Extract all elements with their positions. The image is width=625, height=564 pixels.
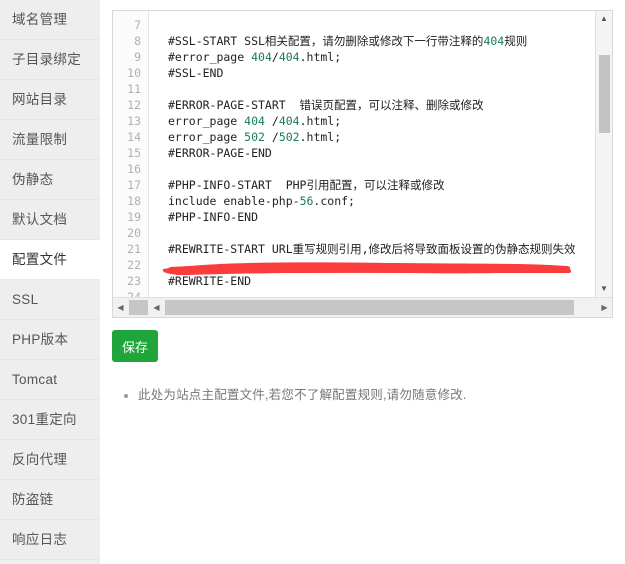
help-note: 此处为站点主配置文件,若您不了解配置规则,请勿随意修改. (112, 386, 592, 404)
line-number: 13 (127, 114, 141, 128)
sidebar-item-label: 伪静态 (12, 172, 54, 187)
sidebar-item-label: PHP版本 (12, 332, 69, 347)
sidebar-item-label: 子目录绑定 (12, 52, 81, 67)
config-file-editor[interactable]: 7 8 9 10 11 12 13 14 15 16 17 18 19 20 21 22 23 24 #SSL-S… (112, 10, 613, 318)
line-number: 24 (127, 290, 141, 297)
line-number: 16 (127, 162, 141, 176)
sidebar-item-2[interactable]: 网站目录 (0, 80, 100, 120)
line-number: 11 (127, 82, 141, 96)
sidebar-item-label: 流量限制 (12, 132, 68, 147)
line-number-gutter: 7 8 9 10 11 12 13 14 15 16 17 18 19 20 21 22 23 24 (113, 11, 149, 297)
code-line: error_page 502 /502.html; (168, 130, 342, 144)
save-button[interactable]: 保存 (112, 330, 158, 362)
code-line: #PHP-INFO-START PHP引用配置，可以注释或修改 (168, 178, 445, 192)
sidebar-item-12[interactable]: 防盗链 (0, 480, 100, 520)
code-line: include enable-php-56.conf; (168, 194, 355, 208)
inner-scroll-left-arrow-icon[interactable]: ◀ (149, 298, 164, 317)
sidebar-item-label: 网站目录 (12, 92, 68, 107)
code-line: #SSL-START SSL相关配置，请勿删除或修改下一行带注释的404规则 (168, 34, 528, 48)
code-line: #ERROR-PAGE-START 错误页配置，可以注释、删除或修改 (168, 98, 484, 112)
code-area[interactable]: #SSL-START SSL相关配置，请勿删除或修改下一行带注释的404规则 #e… (150, 11, 594, 297)
line-number: 21 (127, 242, 141, 256)
sidebar-item-10[interactable]: 301重定向 (0, 400, 100, 440)
scroll-right-arrow-icon[interactable]: ▶ (597, 298, 612, 317)
sidebar-item-label: 响应日志 (12, 532, 68, 547)
scroll-down-arrow-icon[interactable]: ▼ (596, 281, 612, 297)
sidebar-item-label: 301重定向 (12, 412, 77, 427)
code-line: #REWRITE-END (168, 274, 252, 288)
line-number: 17 (127, 178, 141, 192)
editor-horizontal-scrollbar-row[interactable]: ◀ ◀ ▶ (113, 297, 612, 317)
line-number: 20 (127, 226, 141, 240)
line-number: 8 (134, 34, 141, 48)
sidebar-item-5[interactable]: 默认文档 (0, 200, 100, 240)
code-line: #SSL-END (168, 66, 224, 80)
editor-viewport: 7 8 9 10 11 12 13 14 15 16 17 18 19 20 21 22 23 24 #SSL-S… (113, 11, 612, 297)
sidebar-item-11[interactable]: 反向代理 (0, 440, 100, 480)
main-content: 7 8 9 10 11 12 13 14 15 16 17 18 19 20 21 22 23 24 #SSL-S… (100, 0, 625, 564)
line-number: 9 (134, 50, 141, 64)
sidebar-item-7[interactable]: SSL (0, 280, 100, 320)
editor-vertical-scrollbar[interactable]: ▲ ▼ (595, 11, 612, 297)
inner-horizontal-scrollbar-thumb[interactable] (165, 300, 574, 315)
code-line: #REWRITE-START URL重写规则引用,修改后将导致面板设置的伪静态规… (168, 242, 576, 256)
sidebar-item-label: SSL (12, 292, 39, 307)
sidebar-item-4[interactable]: 伪静态 (0, 160, 100, 200)
sidebar-item-0[interactable]: 域名管理 (0, 0, 100, 40)
line-number: 22 (127, 258, 141, 272)
line-number: 15 (127, 146, 141, 160)
line-number: 12 (127, 98, 141, 112)
help-note-list: 此处为站点主配置文件,若您不了解配置规则,请勿随意修改. (112, 386, 592, 404)
sidebar: 域名管理子目录绑定网站目录流量限制伪静态默认文档配置文件 SSL PHP版本 Tomc… (0, 0, 100, 564)
sidebar-item-label: 反向代理 (12, 452, 68, 467)
sidebar-item-label: Tomcat (12, 372, 58, 387)
line-number: 10 (127, 66, 141, 80)
sidebar-item-label: 防盗链 (12, 492, 54, 507)
sidebar-item-label: 配置文件 (12, 252, 68, 267)
outer-horizontal-scrollbar-thumb[interactable] (129, 300, 148, 315)
line-number: 14 (127, 130, 141, 144)
code-line: #ERROR-PAGE-END (168, 146, 272, 160)
line-number: 18 (127, 194, 141, 208)
sidebar-item-label: 域名管理 (12, 12, 68, 27)
scroll-up-arrow-icon[interactable]: ▲ (596, 11, 612, 27)
sidebar-item-1[interactable]: 子目录绑定 (0, 40, 100, 80)
line-number: 19 (127, 210, 141, 224)
sidebar-item-6[interactable]: 配置文件 (0, 240, 100, 280)
sidebar-item-8[interactable]: PHP版本 (0, 320, 100, 360)
sidebar-item-label: 默认文档 (12, 212, 68, 227)
help-note-item: 此处为站点主配置文件,若您不了解配置规则,请勿随意修改. (138, 386, 592, 404)
code-line: #error_page 404/404.html; (168, 50, 342, 64)
sidebar-item-3[interactable]: 流量限制 (0, 120, 100, 160)
config-file-page: 域名管理子目录绑定网站目录流量限制伪静态默认文档配置文件 SSL PHP版本 Tomc… (0, 0, 625, 564)
code-line: error_page 404 /404.html; (168, 114, 342, 128)
line-number: 23 (127, 274, 141, 288)
vertical-scrollbar-thumb[interactable] (599, 55, 610, 133)
sidebar-item-9[interactable]: Tomcat (0, 360, 100, 400)
outer-scroll-left-arrow-icon[interactable]: ◀ (113, 298, 128, 317)
sidebar-item-13[interactable]: 响应日志 (0, 520, 100, 560)
line-number: 7 (134, 18, 141, 32)
code-line: #PHP-INFO-END (168, 210, 259, 224)
